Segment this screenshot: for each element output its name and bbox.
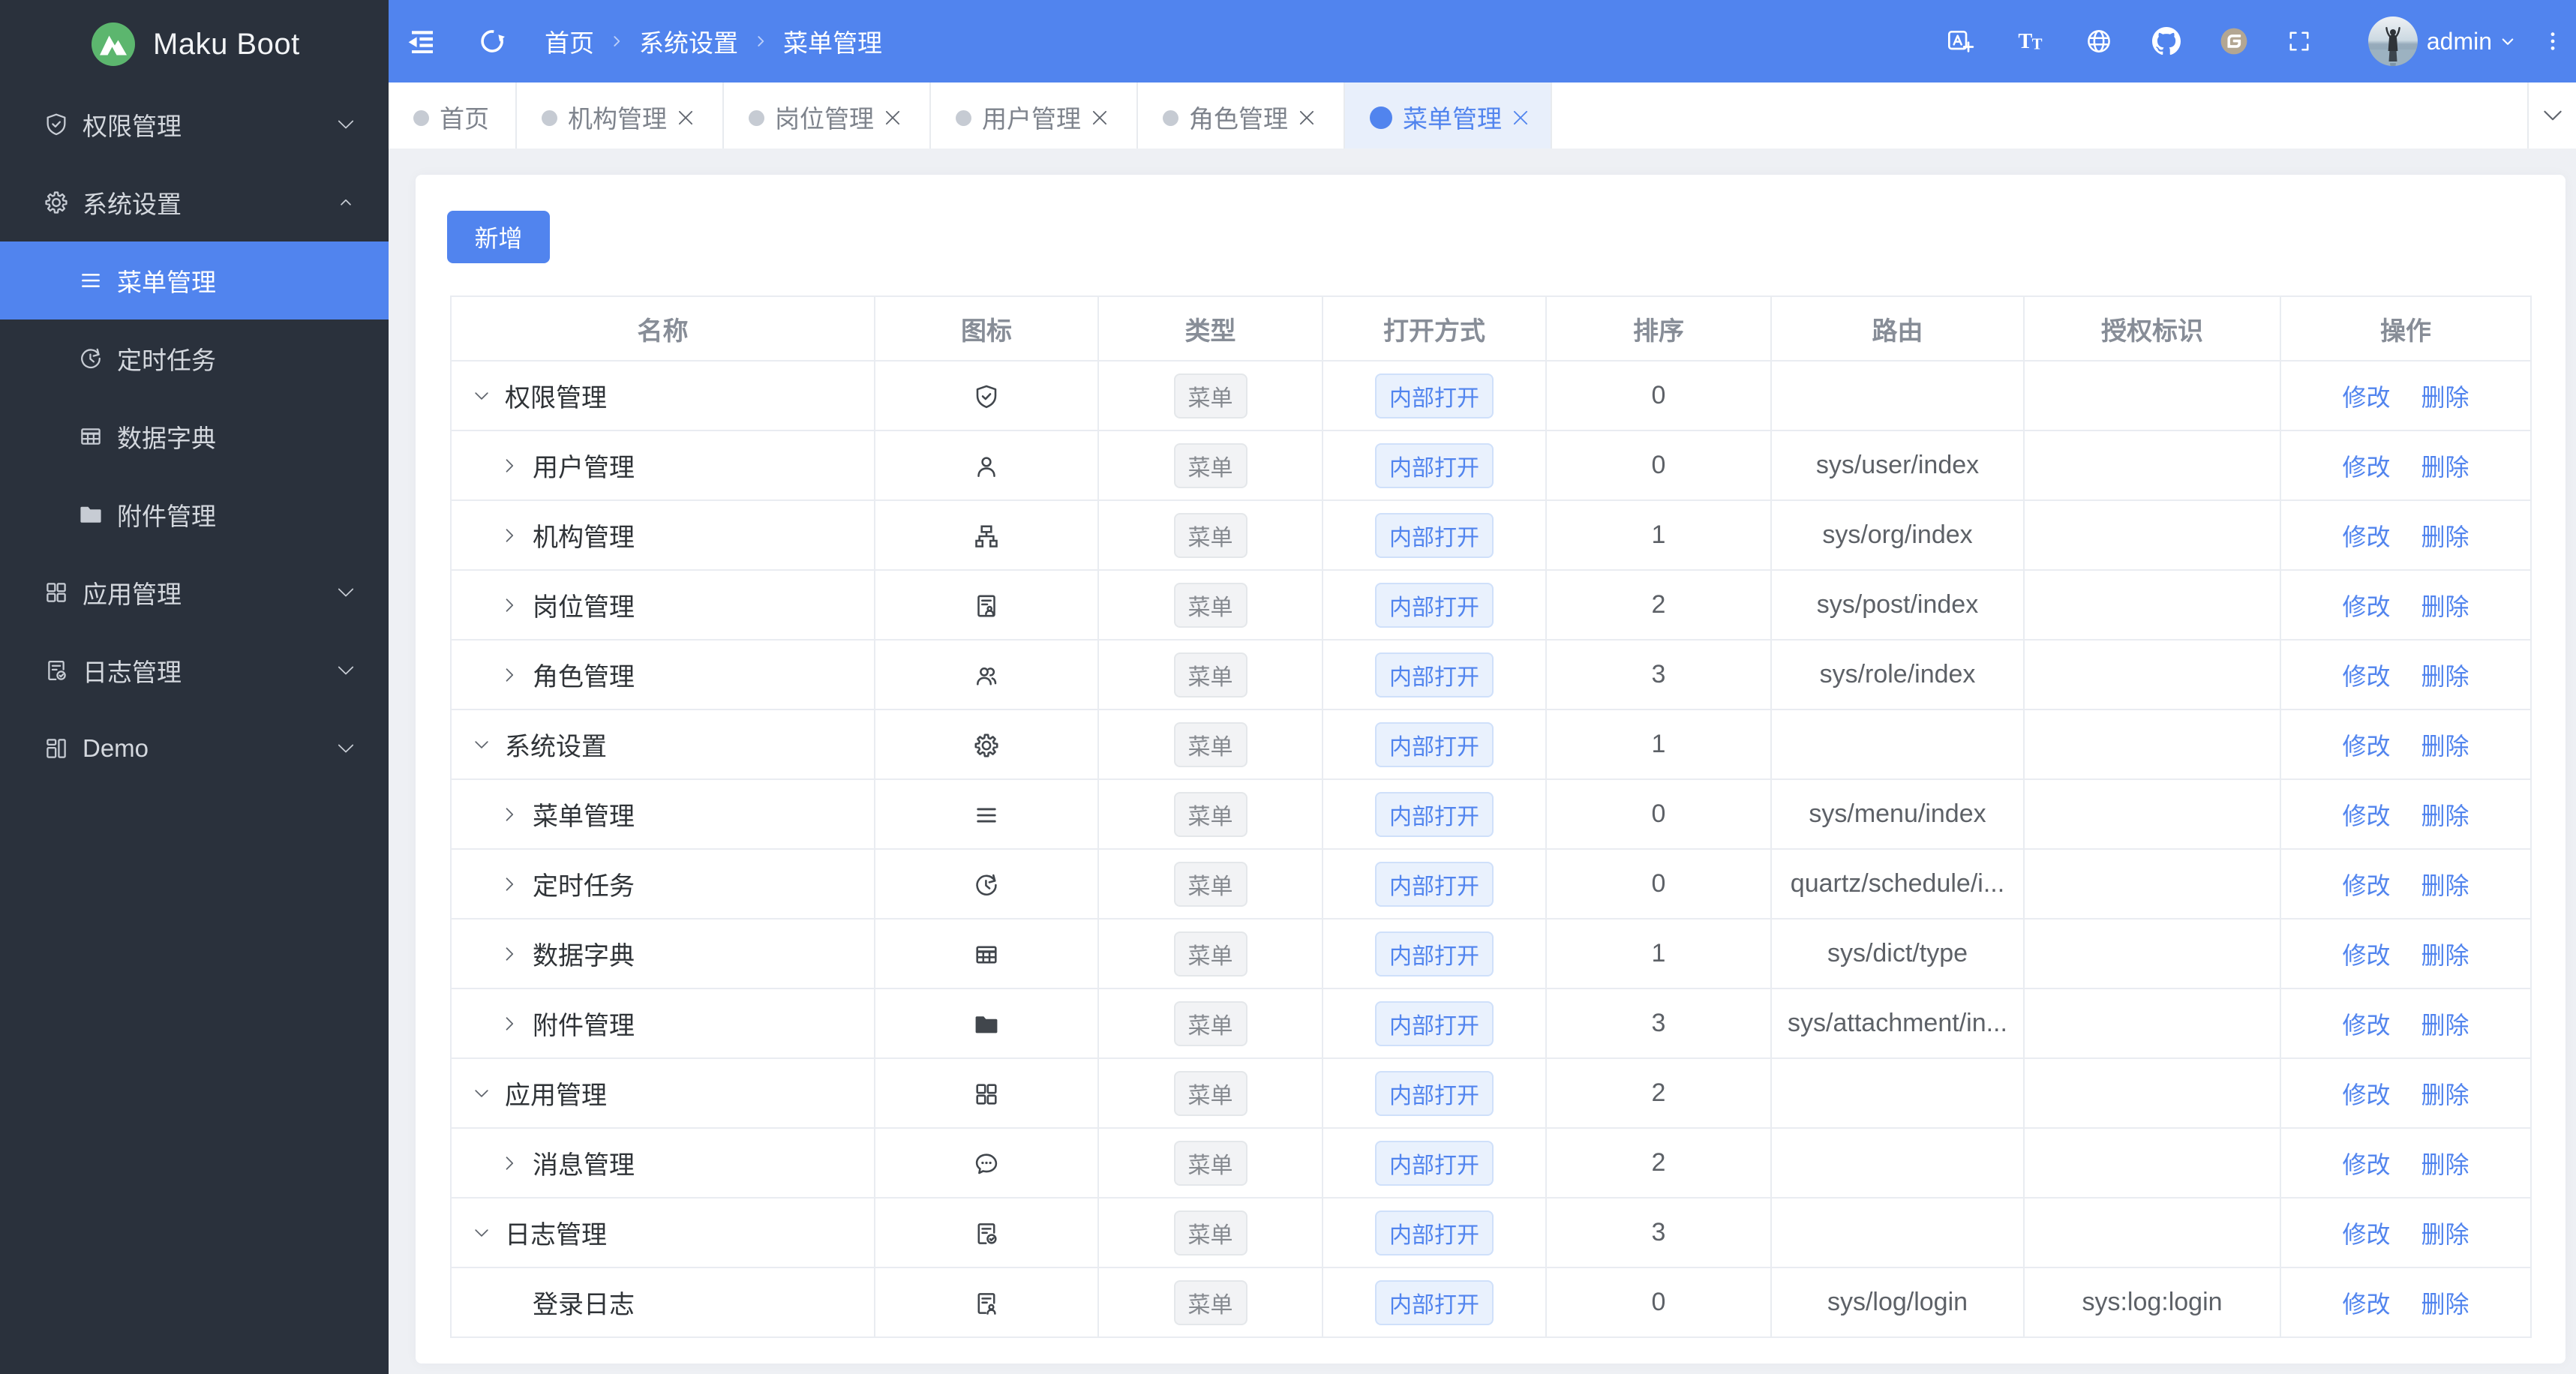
svg-text:T: T: [2018, 30, 2032, 53]
svg-text:T: T: [2032, 35, 2043, 53]
